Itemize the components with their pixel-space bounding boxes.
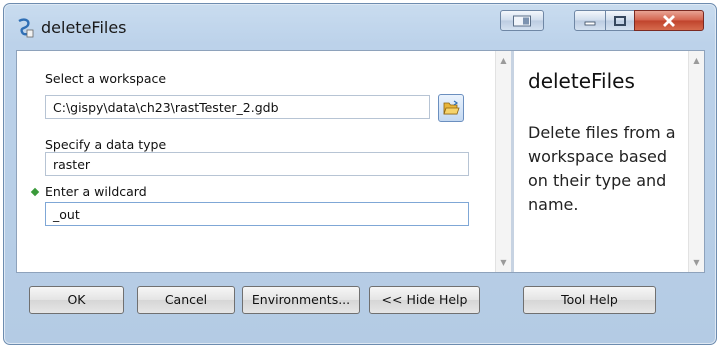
tool-help-button[interactable]: Tool Help — [523, 286, 656, 314]
parameters-panel: Select a workspace C:\gispy\data\ch23\ra… — [17, 51, 494, 272]
datatype-label: Specify a data type — [45, 137, 167, 152]
scroll-up-icon[interactable]: ▲ — [496, 53, 511, 68]
dialog-client-area: Select a workspace C:\gispy\data\ch23\ra… — [16, 50, 705, 273]
hide-help-button[interactable]: << Hide Help — [369, 286, 480, 314]
wildcard-label: Enter a wildcard — [45, 184, 147, 199]
dialog-window: deleteFiles Select a workspace C:\gispy\… — [3, 3, 717, 345]
ok-button[interactable]: OK — [29, 286, 124, 314]
toolbox-script-icon — [18, 18, 34, 38]
scroll-down-icon[interactable]: ▼ — [689, 255, 704, 270]
green-diamond-icon — [30, 187, 40, 197]
scroll-up-icon[interactable]: ▲ — [689, 53, 704, 68]
minimize-button[interactable] — [574, 10, 606, 31]
minimize-icon — [584, 21, 596, 25]
help-title: deleteFiles — [528, 69, 635, 93]
wildcard-input[interactable]: _out — [45, 202, 469, 226]
cancel-button[interactable]: Cancel — [137, 286, 235, 314]
close-icon — [663, 14, 675, 27]
help-toggle-button[interactable] — [500, 10, 544, 31]
help-scrollbar[interactable]: ▲ ▼ — [688, 51, 704, 272]
window-title: deleteFiles — [41, 18, 127, 37]
parameters-scrollbar[interactable]: ▲ ▼ — [495, 51, 511, 272]
browse-workspace-button[interactable] — [438, 94, 464, 122]
title-bar[interactable]: deleteFiles — [4, 4, 716, 48]
open-folder-icon — [443, 100, 460, 115]
close-button[interactable] — [634, 10, 704, 31]
workspace-label: Select a workspace — [45, 71, 167, 86]
environments-button[interactable]: Environments... — [242, 286, 360, 314]
datatype-input[interactable]: raster — [45, 152, 469, 176]
maximize-icon — [614, 15, 626, 26]
scroll-down-icon[interactable]: ▼ — [496, 255, 511, 270]
maximize-button[interactable] — [605, 10, 635, 31]
help-panel: deleteFiles Delete files from a workspac… — [514, 51, 686, 272]
workspace-input[interactable]: C:\gispy\data\ch23\rastTester_2.gdb — [45, 95, 430, 119]
window-help-icon — [513, 15, 531, 26]
help-description: Delete files from a workspace based on t… — [528, 123, 676, 214]
